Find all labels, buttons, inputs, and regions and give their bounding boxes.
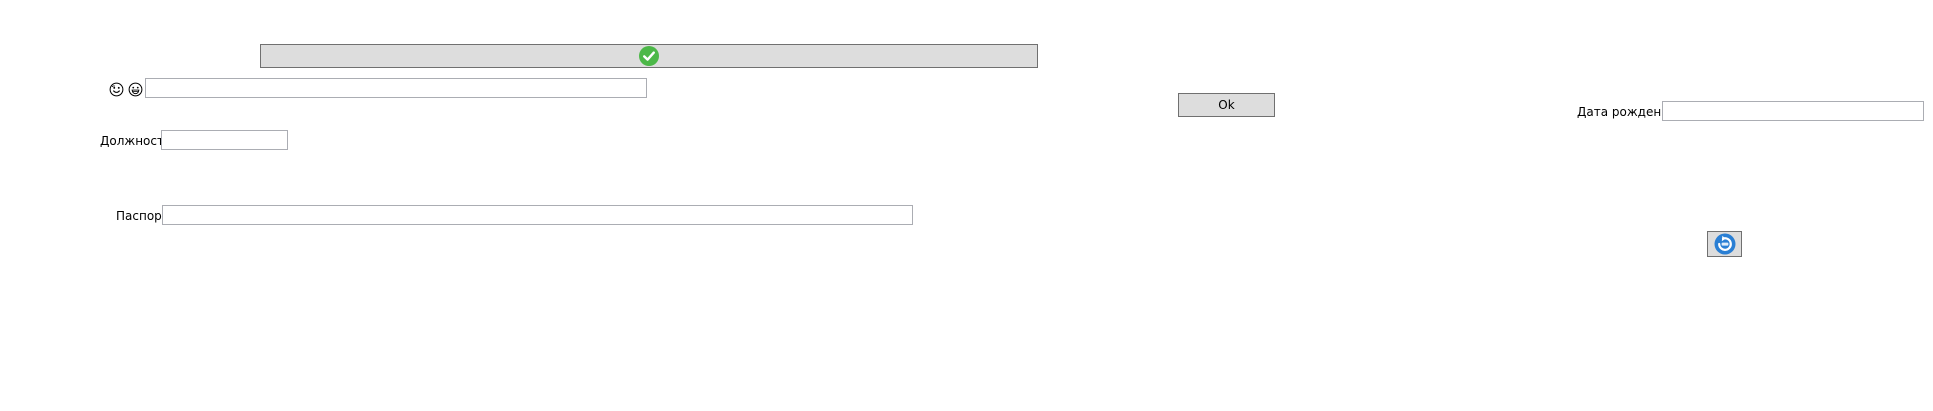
refresh-button[interactable] <box>1707 231 1742 257</box>
position-field[interactable] <box>161 130 288 150</box>
smiley-face-icon[interactable] <box>108 81 124 97</box>
passport-label: Паспорт <box>116 209 169 223</box>
check-circle-icon <box>639 46 659 66</box>
form-window: Ok Дата рождения Должность Паспорт <box>0 0 1933 411</box>
refresh-icon <box>1714 233 1736 255</box>
confirm-button[interactable] <box>260 44 1038 68</box>
ok-button[interactable]: Ok <box>1178 93 1275 117</box>
birth-date-field[interactable] <box>1662 101 1924 121</box>
grinning-face-icon[interactable] <box>127 81 143 97</box>
name-field[interactable] <box>145 78 647 98</box>
passport-field[interactable] <box>162 205 913 225</box>
